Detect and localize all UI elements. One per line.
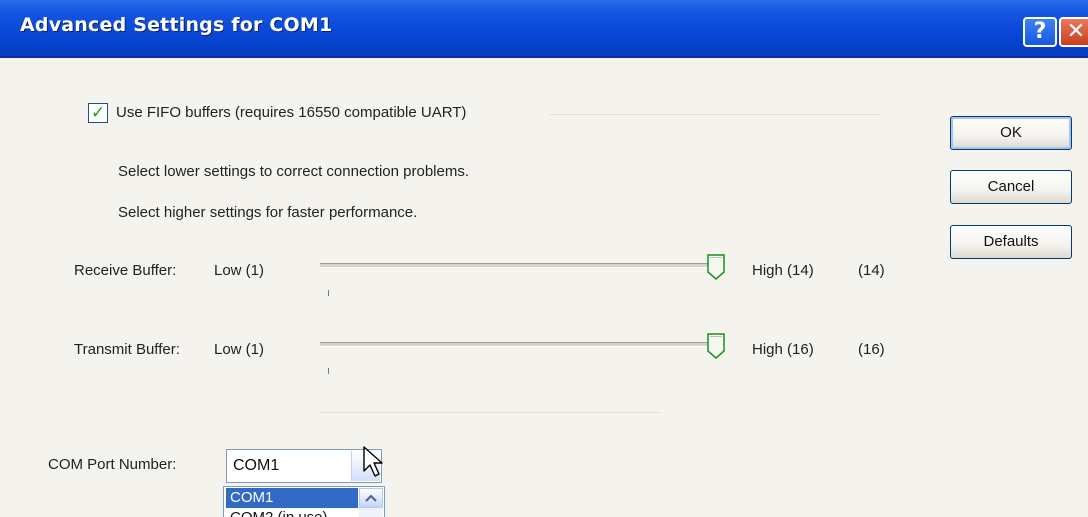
checkmark-icon: ✓	[90, 103, 106, 122]
section-separator	[320, 412, 660, 413]
receive-buffer-value: (14)	[858, 262, 885, 279]
receive-low-label: Low (1)	[214, 262, 265, 279]
receive-buffer-label: Receive Buffer:	[74, 262, 177, 279]
group-separator	[550, 114, 880, 115]
scroll-up-button[interactable]	[359, 488, 383, 508]
list-item-com1[interactable]: COM1	[226, 488, 358, 508]
hint-lower-text: Select lower settings to correct connect…	[118, 163, 469, 180]
cancel-button[interactable]: Cancel	[950, 170, 1072, 204]
fifo-checkbox[interactable]: ✓	[88, 103, 108, 123]
help-button[interactable]: ?	[1023, 17, 1057, 47]
transmit-buffer-label: Transmit Buffer:	[74, 341, 180, 358]
transmit-high-label: High (16)	[752, 341, 814, 358]
hint-higher-text: Select higher settings for faster perfor…	[118, 204, 418, 221]
com-port-select[interactable]: COM1	[226, 449, 382, 483]
receive-buffer-track[interactable]	[320, 263, 716, 268]
close-icon: ✕	[1066, 19, 1086, 44]
transmit-buffer-value: (16)	[858, 341, 885, 358]
receive-buffer-slider-thumb[interactable]	[707, 254, 725, 280]
transmit-low-label: Low (1)	[214, 341, 265, 358]
transmit-buffer-track[interactable]	[320, 342, 716, 347]
close-button[interactable]: ✕	[1059, 17, 1088, 47]
receive-tick-min	[328, 290, 329, 296]
list-item-com2[interactable]: COM2 (in use)	[226, 508, 328, 517]
com-port-label: COM Port Number:	[48, 456, 177, 473]
receive-high-label: High (14)	[752, 262, 814, 279]
list-scrollbar[interactable]	[359, 488, 383, 517]
com-port-list[interactable]: COM1 COM2 (in use)	[223, 486, 385, 517]
dialog-body	[0, 58, 1088, 517]
chevron-up-icon	[365, 494, 377, 502]
help-icon: ?	[1033, 19, 1047, 44]
fifo-label[interactable]: Use FIFO buffers (requires 16550 compati…	[116, 104, 466, 121]
ok-button[interactable]: OK	[950, 116, 1072, 150]
mouse-pointer-icon	[363, 446, 383, 477]
defaults-button[interactable]: Defaults	[950, 225, 1072, 259]
advanced-settings-dialog: Advanced Settings for COM1 ? ✕ ✓ Use FIF…	[0, 0, 1088, 517]
transmit-tick-min	[328, 368, 329, 374]
com-port-value: COM1	[233, 457, 280, 474]
window-title: Advanced Settings for COM1	[20, 14, 333, 36]
transmit-buffer-slider-thumb[interactable]	[707, 333, 725, 359]
title-bar[interactable]: Advanced Settings for COM1 ? ✕	[0, 0, 1088, 58]
